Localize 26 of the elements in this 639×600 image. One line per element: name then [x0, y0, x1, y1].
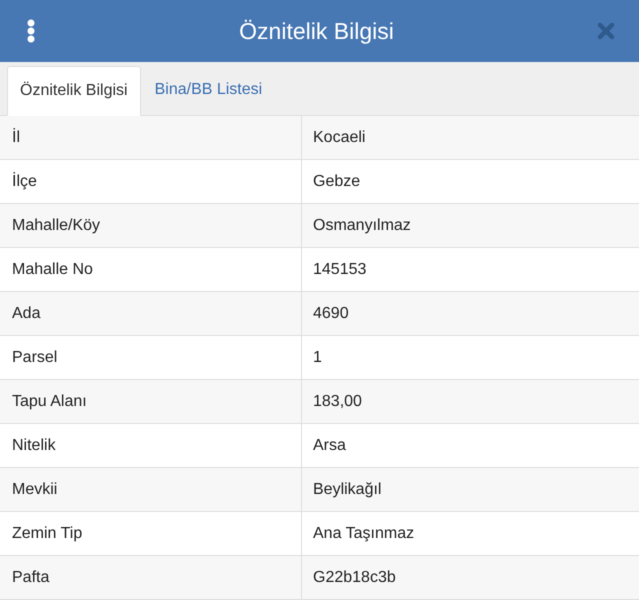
table-cell: Parsel: [0, 336, 302, 379]
table-cell: Zemin Tip: [0, 512, 302, 555]
table-cell-text: Gebze: [312, 172, 362, 192]
table-cell: Tapu Alanı: [0, 380, 302, 423]
table-cell-text: Arsa: [312, 436, 347, 456]
table-cell: Mahalle No: [0, 248, 302, 291]
table-cell: Ada: [0, 292, 302, 335]
table-cell: Mevkii: [0, 468, 302, 511]
window-title: Öznitelik Bilgisi: [239, 16, 394, 46]
tab[interactable]: Öznitelik Bilgisi: [7, 66, 141, 116]
table-cell: İlçe: [0, 160, 302, 203]
table-cell-text: 4690: [312, 304, 350, 324]
table-cell-text: 183,00: [312, 392, 363, 412]
table-cell: Pafta: [0, 556, 302, 599]
table-cell: İl: [0, 116, 302, 159]
table-cell-text: Ana Taşınmaz: [312, 524, 416, 544]
table-cell: Mahalle/Köy: [0, 204, 302, 247]
table-cell-text: 145153: [312, 260, 368, 280]
table-cell-text: 1: [312, 348, 323, 368]
table-cell-text: G22b18c3b: [312, 568, 397, 588]
tab[interactable]: Bina/BB Listesi: [142, 65, 274, 115]
table-cell-text: Beylikağıl: [312, 480, 382, 500]
table-cell: Nitelik: [0, 424, 302, 467]
table-cell-text: Kocaeli: [312, 128, 366, 148]
table-cell-text: Osmanyılmaz: [312, 216, 412, 236]
menu-icon[interactable]: [26, 19, 36, 43]
